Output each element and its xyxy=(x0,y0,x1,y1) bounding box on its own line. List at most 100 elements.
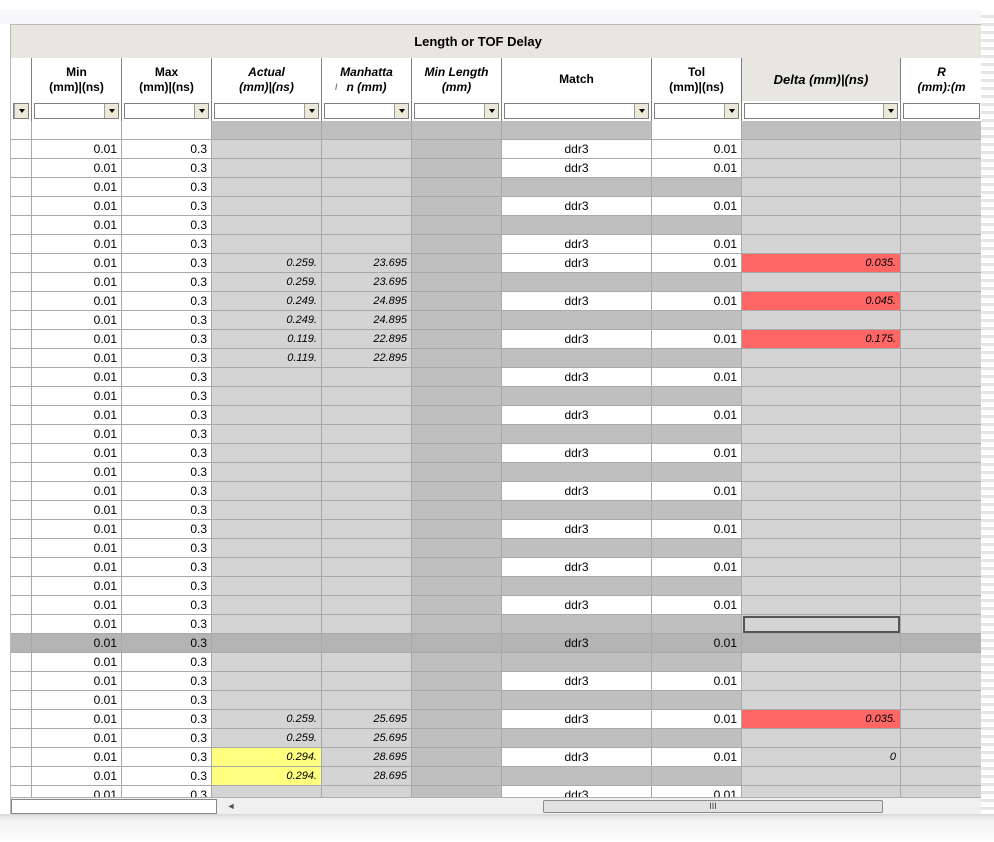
cell-min[interactable]: 0.01 xyxy=(32,425,122,444)
chevron-down-icon[interactable] xyxy=(724,104,738,118)
table-row[interactable] xyxy=(11,121,983,140)
cell-manhattan[interactable] xyxy=(322,197,412,216)
cell-c0[interactable] xyxy=(11,710,32,729)
cell-tol[interactable]: 0.01 xyxy=(652,330,742,349)
chevron-down-icon[interactable] xyxy=(484,104,498,118)
cell-manhattan[interactable] xyxy=(322,140,412,159)
cell-r[interactable] xyxy=(901,425,983,444)
cell-manhattan[interactable] xyxy=(322,558,412,577)
cell-r[interactable] xyxy=(901,767,983,786)
cell-max[interactable]: 0.3 xyxy=(122,615,212,634)
cell-max[interactable]: 0.3 xyxy=(122,729,212,748)
cell-actual[interactable] xyxy=(212,691,322,710)
cell-manhattan[interactable] xyxy=(322,520,412,539)
cell-manhattan[interactable]: 25.695 xyxy=(322,710,412,729)
table-row[interactable]: 0.01 0.3 ddr3 0.01 xyxy=(11,368,983,387)
cell-minlen[interactable] xyxy=(412,653,502,672)
cell-delta[interactable] xyxy=(742,520,901,539)
cell-max[interactable]: 0.3 xyxy=(122,235,212,254)
cell-delta[interactable] xyxy=(742,577,901,596)
chevron-down-icon[interactable] xyxy=(194,104,208,118)
table-row[interactable]: 0.01 0.3 xyxy=(11,425,983,444)
cell-r[interactable] xyxy=(901,634,983,653)
cell-tol[interactable] xyxy=(652,178,742,197)
cell-actual[interactable]: 0.249. xyxy=(212,292,322,311)
cell-min[interactable]: 0.01 xyxy=(32,767,122,786)
cell-delta[interactable]: 0.035. xyxy=(742,254,901,273)
cell-manhattan[interactable] xyxy=(322,653,412,672)
cell-min[interactable]: 0.01 xyxy=(32,520,122,539)
filter-tol[interactable] xyxy=(652,101,742,121)
cell-actual[interactable] xyxy=(212,482,322,501)
cell-manhattan[interactable] xyxy=(322,786,412,797)
cell-c0[interactable] xyxy=(11,596,32,615)
cell-max[interactable]: 0.3 xyxy=(122,216,212,235)
cell-c0[interactable] xyxy=(11,786,32,797)
table-row[interactable]: 0.01 0.3 0.119. 22.895 xyxy=(11,349,983,368)
cell-minlen[interactable] xyxy=(412,444,502,463)
cell-delta[interactable] xyxy=(742,387,901,406)
cell-minlen[interactable] xyxy=(412,520,502,539)
cell-tol[interactable]: 0.01 xyxy=(652,748,742,767)
cell-max[interactable]: 0.3 xyxy=(122,330,212,349)
filter-delta[interactable] xyxy=(742,101,901,121)
cell-min[interactable]: 0.01 xyxy=(32,463,122,482)
table-row[interactable]: 0.01 0.3 xyxy=(11,577,983,596)
cell-actual[interactable] xyxy=(212,159,322,178)
cell-tol[interactable]: 0.01 xyxy=(652,710,742,729)
cell-min[interactable]: 0.01 xyxy=(32,710,122,729)
cell-manhattan[interactable] xyxy=(322,178,412,197)
cell-delta[interactable] xyxy=(742,634,901,653)
cell-delta[interactable] xyxy=(742,121,901,140)
cell-minlen[interactable] xyxy=(412,140,502,159)
cell-actual[interactable] xyxy=(212,539,322,558)
cell-r[interactable] xyxy=(901,615,983,634)
cell-manhattan[interactable] xyxy=(322,235,412,254)
cell-actual[interactable]: 0.294. xyxy=(212,767,322,786)
cell-delta[interactable] xyxy=(742,159,901,178)
cell-actual[interactable]: 0.249. xyxy=(212,311,322,330)
cell-r[interactable] xyxy=(901,596,983,615)
cell-tol[interactable]: 0.01 xyxy=(652,634,742,653)
cell-c0[interactable] xyxy=(11,501,32,520)
cell-minlen[interactable] xyxy=(412,710,502,729)
cell-min[interactable]: 0.01 xyxy=(32,558,122,577)
cell-tol[interactable] xyxy=(652,121,742,140)
header-min[interactable]: Min (mm)|(ns) xyxy=(32,58,122,101)
filter-dropdown[interactable] xyxy=(214,103,319,119)
cell-tol[interactable] xyxy=(652,691,742,710)
cell-minlen[interactable] xyxy=(412,672,502,691)
cell-delta[interactable] xyxy=(742,729,901,748)
cell-c0[interactable] xyxy=(11,216,32,235)
cell-match[interactable]: ddr3 xyxy=(502,596,652,615)
cell-r[interactable] xyxy=(901,672,983,691)
cell-c0[interactable] xyxy=(11,368,32,387)
cell-min[interactable]: 0.01 xyxy=(32,197,122,216)
cell-manhattan[interactable] xyxy=(322,501,412,520)
cell-match[interactable]: ddr3 xyxy=(502,558,652,577)
cell-minlen[interactable] xyxy=(412,425,502,444)
cell-manhattan[interactable]: 24.895 xyxy=(322,311,412,330)
cell-match[interactable]: ddr3 xyxy=(502,197,652,216)
cell-min[interactable]: 0.01 xyxy=(32,292,122,311)
cell-r[interactable] xyxy=(901,786,983,797)
cell-minlen[interactable] xyxy=(412,596,502,615)
cell-manhattan[interactable] xyxy=(322,539,412,558)
cell-manhattan[interactable] xyxy=(322,596,412,615)
cell-actual[interactable] xyxy=(212,444,322,463)
cell-r[interactable] xyxy=(901,482,983,501)
cell-min[interactable]: 0.01 xyxy=(32,159,122,178)
cell-match[interactable] xyxy=(502,216,652,235)
cell-tol[interactable]: 0.01 xyxy=(652,520,742,539)
cell-max[interactable]: 0.3 xyxy=(122,786,212,797)
cell-delta[interactable] xyxy=(742,216,901,235)
chevron-down-icon[interactable] xyxy=(634,104,648,118)
cell-match[interactable] xyxy=(502,729,652,748)
cell-match[interactable] xyxy=(502,691,652,710)
cell-match[interactable] xyxy=(502,273,652,292)
table-row[interactable]: 0.01 0.3 0.259. 23.695 ddr3 0.01 0.035. xyxy=(11,254,983,273)
chevron-down-icon[interactable] xyxy=(14,104,28,118)
cell-r[interactable] xyxy=(901,216,983,235)
cell-match[interactable] xyxy=(502,387,652,406)
cell-tol[interactable] xyxy=(652,311,742,330)
